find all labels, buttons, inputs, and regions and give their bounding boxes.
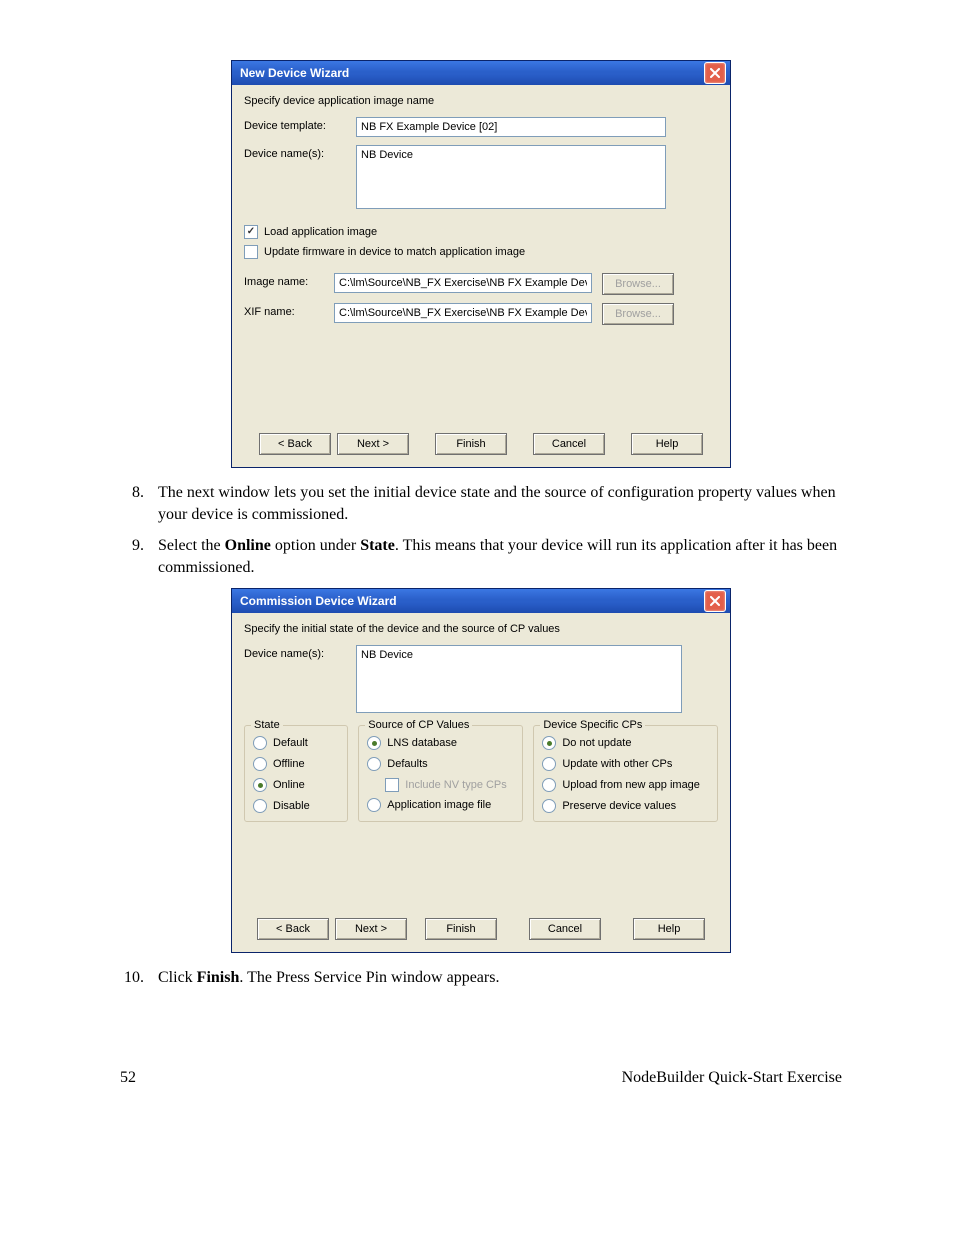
finish-button[interactable]: Finish [425, 918, 497, 940]
state-online-radio[interactable]: Online [253, 778, 339, 792]
step-9: Select the Online option under State. Th… [148, 535, 842, 578]
radio-icon [542, 736, 556, 750]
groupbox-title: Device Specific CPs [540, 719, 645, 731]
radio-icon [253, 799, 267, 813]
step-8: The next window lets you set the initial… [148, 482, 842, 525]
close-button[interactable] [704, 62, 726, 84]
cancel-button[interactable]: Cancel [533, 433, 605, 455]
device-template-input[interactable] [356, 117, 666, 137]
step-10: Click Finish. The Press Service Pin wind… [148, 967, 842, 989]
device-names-label: Device name(s): [244, 145, 356, 160]
xif-name-label: XIF name: [244, 303, 334, 318]
back-button[interactable]: < Back [257, 918, 329, 940]
page-footer: 52 NodeBuilder Quick-Start Exercise [120, 1069, 842, 1087]
instruction-text: Specify the initial state of the device … [244, 623, 718, 635]
state-disable-radio[interactable]: Disable [253, 799, 339, 813]
device-template-label: Device template: [244, 117, 356, 132]
checkbox-label: Load application image [264, 226, 377, 238]
device-cps-groupbox: Device Specific CPs Do not update Update… [533, 725, 718, 822]
load-app-image-checkbox[interactable]: Load application image [244, 225, 718, 239]
back-button[interactable]: < Back [259, 433, 331, 455]
radio-icon [367, 757, 381, 771]
doc-title: NodeBuilder Quick-Start Exercise [622, 1069, 842, 1087]
groupbox-title: State [251, 719, 283, 731]
device-names-item: NB Device [361, 149, 413, 161]
next-button[interactable]: Next > [335, 918, 407, 940]
state-groupbox: State Default Offline Online Disable [244, 725, 348, 822]
radio-icon [542, 799, 556, 813]
checkbox-label: Update firmware in device to match appli… [264, 246, 525, 258]
instruction-list-2: Click Finish. The Press Service Pin wind… [120, 967, 842, 989]
source-lns-radio[interactable]: LNS database [367, 736, 514, 750]
device-names-label: Device name(s): [244, 645, 356, 660]
help-button[interactable]: Help [631, 433, 703, 455]
device-names-list[interactable]: NB Device [356, 145, 666, 209]
device-names-item: NB Device [361, 649, 413, 661]
radio-icon [367, 798, 381, 812]
cps-preserve-radio[interactable]: Preserve device values [542, 799, 709, 813]
help-button[interactable]: Help [633, 918, 705, 940]
update-firmware-checkbox[interactable]: Update firmware in device to match appli… [244, 245, 718, 259]
close-icon [710, 68, 720, 78]
titlebar[interactable]: New Device Wizard [232, 61, 730, 85]
document-page: New Device Wizard Specify device applica… [0, 0, 954, 1127]
state-default-radio[interactable]: Default [253, 736, 339, 750]
radio-icon [253, 778, 267, 792]
dialog-body: Specify device application image name De… [232, 85, 730, 467]
cps-update-other-radio[interactable]: Update with other CPs [542, 757, 709, 771]
cps-donot-radio[interactable]: Do not update [542, 736, 709, 750]
titlebar-text: New Device Wizard [240, 66, 349, 80]
browse-image-button[interactable]: Browse... [602, 273, 674, 295]
image-name-input[interactable] [334, 273, 592, 293]
checkbox-icon [385, 778, 399, 792]
titlebar-text: Commission Device Wizard [240, 594, 397, 608]
instruction-text: Specify device application image name [244, 95, 718, 107]
new-device-wizard-dialog: New Device Wizard Specify device applica… [231, 60, 731, 468]
close-button[interactable] [704, 590, 726, 612]
commission-device-wizard-dialog: Commission Device Wizard Specify the ini… [231, 588, 731, 953]
radio-icon [253, 757, 267, 771]
radio-icon [253, 736, 267, 750]
radio-icon [542, 778, 556, 792]
cancel-button[interactable]: Cancel [529, 918, 601, 940]
checkbox-icon [244, 245, 258, 259]
radio-icon [367, 736, 381, 750]
source-appfile-radio[interactable]: Application image file [367, 798, 514, 812]
cps-upload-new-radio[interactable]: Upload from new app image [542, 778, 709, 792]
page-number: 52 [120, 1069, 136, 1087]
next-button[interactable]: Next > [337, 433, 409, 455]
finish-button[interactable]: Finish [435, 433, 507, 455]
titlebar[interactable]: Commission Device Wizard [232, 589, 730, 613]
include-nv-checkbox: Include NV type CPs [385, 778, 514, 792]
state-offline-radio[interactable]: Offline [253, 757, 339, 771]
checkbox-icon [244, 225, 258, 239]
radio-icon [542, 757, 556, 771]
image-name-label: Image name: [244, 273, 334, 288]
groupbox-title: Source of CP Values [365, 719, 472, 731]
dialog-body: Specify the initial state of the device … [232, 613, 730, 952]
source-cp-groupbox: Source of CP Values LNS database Default… [358, 725, 523, 822]
close-icon [710, 596, 720, 606]
xif-name-input[interactable] [334, 303, 592, 323]
browse-xif-button[interactable]: Browse... [602, 303, 674, 325]
device-names-list[interactable]: NB Device [356, 645, 682, 713]
instruction-list: The next window lets you set the initial… [120, 482, 842, 578]
source-defaults-radio[interactable]: Defaults [367, 757, 514, 771]
